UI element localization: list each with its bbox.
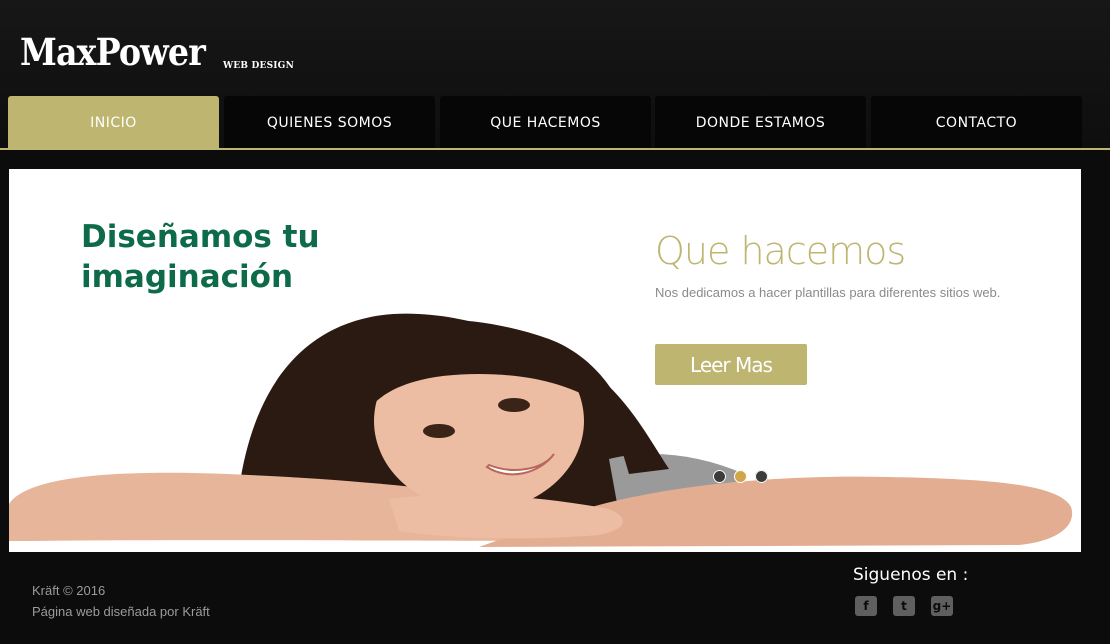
slider-dot[interactable]	[713, 470, 726, 483]
nav-item-quienes-somos[interactable]: QUIENES SOMOS	[224, 96, 435, 149]
nav-item-contacto[interactable]: CONTACTO	[871, 96, 1082, 149]
nav-item-donde-estamos[interactable]: DONDE ESTAMOS	[655, 96, 866, 149]
copyright-text: Kräft © 2016	[32, 583, 106, 598]
google-plus-icon[interactable]: g+	[931, 596, 953, 616]
logo-name: MaxPower	[20, 30, 206, 74]
nav-item-que-hacemos[interactable]: QUE HACEMOS	[440, 96, 651, 149]
logo-tagline: WEB DESIGN	[223, 61, 294, 71]
facebook-icon[interactable]: f	[855, 596, 877, 616]
nav-item-inicio[interactable]: INICIO	[8, 96, 219, 149]
read-more-button[interactable]: Leer Mas	[655, 344, 807, 385]
follow-label: Siguenos en :	[853, 565, 969, 585]
credit-text: Página web diseñada por Kräft	[32, 604, 210, 619]
footer-info: Kräft © 2016 Página web diseñada por Krä…	[32, 580, 210, 622]
section-description: Nos dedicamos a hacer plantillas para di…	[655, 285, 1001, 300]
social-links: f t g+	[855, 596, 953, 616]
hero-slider: Diseñamos tu imaginación Que hacemos Nos…	[9, 169, 1081, 552]
section-title: Que hacemos	[655, 229, 906, 273]
slider-dots	[713, 470, 768, 483]
twitter-icon[interactable]: t	[893, 596, 915, 616]
hero-headline: Diseñamos tu imaginación	[81, 219, 320, 295]
nav-underline	[0, 148, 1110, 150]
slider-dot-active[interactable]	[734, 470, 747, 483]
slider-dot[interactable]	[755, 470, 768, 483]
header: MaxPower WEB DESIGN INICIO QUIENES SOMOS…	[0, 0, 1110, 150]
main-nav: INICIO QUIENES SOMOS QUE HACEMOS DONDE E…	[8, 96, 1082, 149]
